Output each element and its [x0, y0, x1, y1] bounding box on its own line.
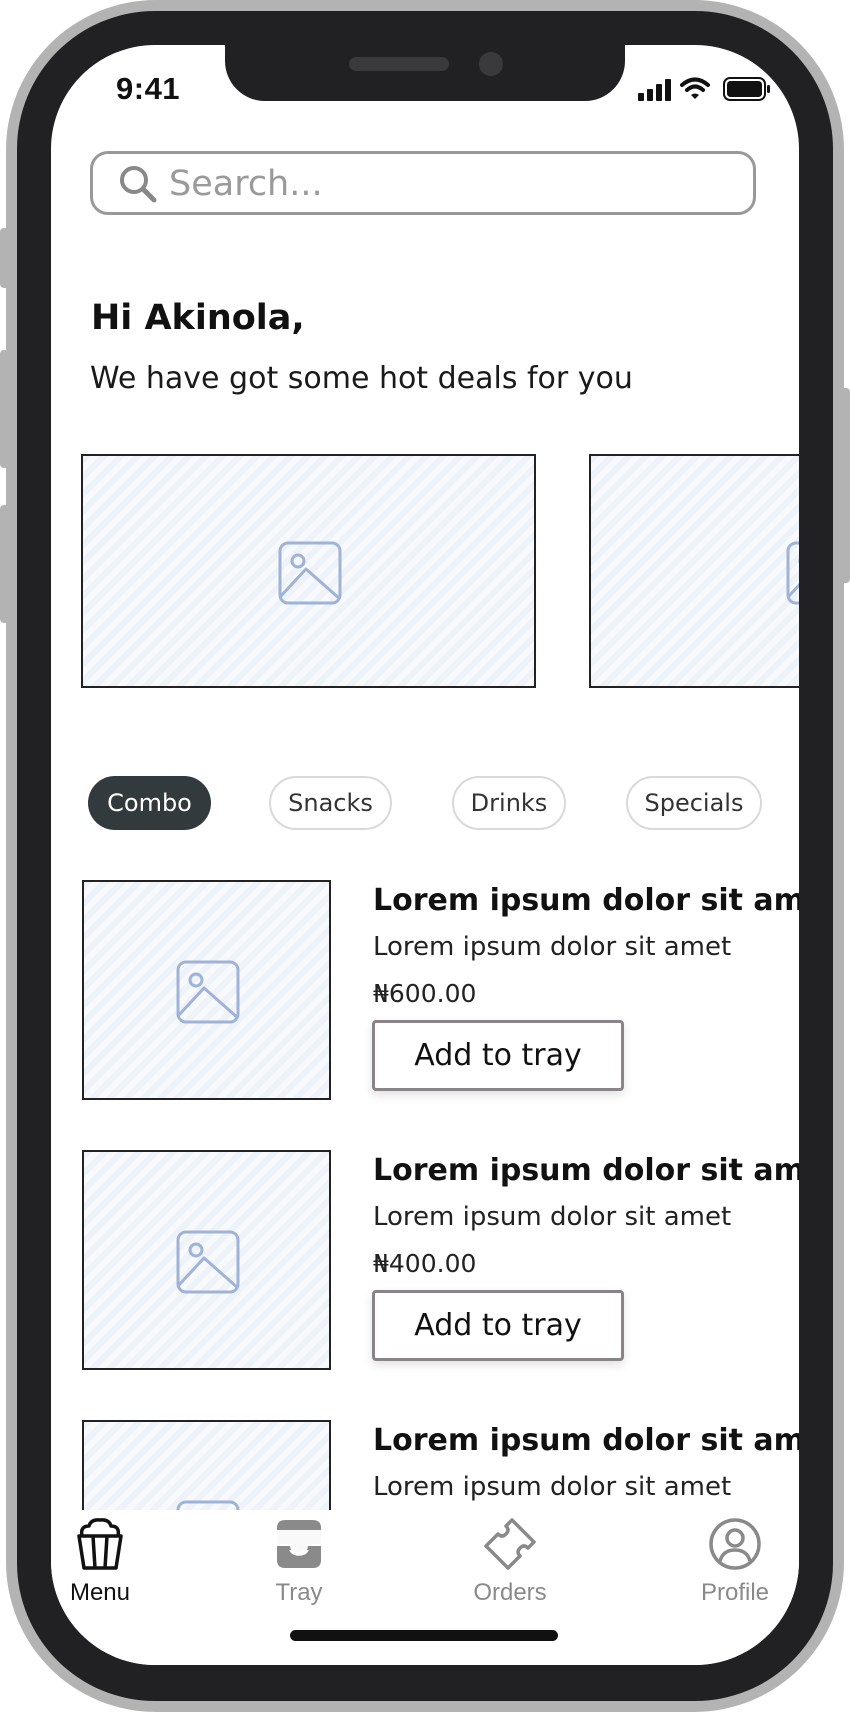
price-value: 400.00: [388, 1249, 477, 1278]
front-camera: [479, 52, 503, 76]
image-placeholder-icon: [176, 1230, 240, 1294]
battery-icon: [723, 77, 770, 101]
tab-profile[interactable]: Profile: [665, 1516, 799, 1607]
category-chip-combo[interactable]: Combo: [88, 776, 211, 830]
item-description: Lorem ipsum dolor sit amet: [373, 1202, 732, 1232]
search-placeholder: Search...: [169, 164, 323, 204]
volume-down-button: [0, 505, 10, 623]
power-button: [840, 388, 850, 583]
image-placeholder-icon: [786, 541, 799, 605]
item-image: [82, 1150, 331, 1370]
price-value: 600.00: [388, 979, 477, 1008]
speaker-grille: [349, 57, 449, 71]
signal-icon: [638, 79, 671, 101]
add-to-tray-button[interactable]: Add to tray: [372, 1020, 624, 1091]
category-chip-drinks[interactable]: Drinks: [452, 776, 566, 830]
currency-symbol: ₦: [373, 1249, 389, 1278]
item-description: Lorem ipsum dolor sit amet: [373, 932, 732, 962]
user-circle-icon: [709, 1518, 761, 1570]
item-title: Lorem ipsum dolor sit amet: [373, 1153, 799, 1188]
notch: [225, 45, 625, 101]
item-description: Lorem ipsum dolor sit amet: [373, 1472, 732, 1502]
search-icon: [120, 166, 157, 203]
wifi-icon: [680, 77, 710, 99]
tab-tray[interactable]: Tray: [229, 1516, 369, 1607]
tab-bar: Menu Tray Orders Profile: [51, 1510, 799, 1665]
image-placeholder-icon: [278, 541, 342, 605]
tab-profile-label: Profile: [700, 1579, 770, 1606]
tray-icon: [277, 1520, 321, 1568]
tab-menu-label: Menu: [69, 1579, 131, 1606]
volume-up-button: [0, 350, 10, 468]
tab-orders[interactable]: Orders: [440, 1516, 580, 1607]
silent-switch: [0, 228, 10, 288]
screen: 9:41 Search... Hi Akinola, We have got s…: [51, 45, 799, 1665]
tab-tray-label: Tray: [275, 1579, 323, 1606]
tab-orders-label: Orders: [473, 1579, 547, 1606]
search-input[interactable]: Search...: [90, 151, 756, 215]
popcorn-icon: [77, 1518, 123, 1570]
status-time: 9:41: [116, 71, 181, 106]
greeting-subtitle: We have got some hot deals for you: [90, 361, 633, 396]
item-title: Lorem ipsum dolor sit amet: [373, 883, 799, 918]
ticket-icon: [484, 1518, 536, 1570]
deal-banner[interactable]: [81, 454, 536, 688]
greeting-title: Hi Akinola,: [91, 298, 305, 338]
item-title: Lorem ipsum dolor sit amet: [373, 1423, 799, 1458]
tab-menu[interactable]: Menu: [51, 1516, 170, 1607]
image-placeholder-icon: [176, 960, 240, 1024]
add-to-tray-button[interactable]: Add to tray: [372, 1290, 624, 1361]
item-price: ₦600.00: [373, 979, 476, 1008]
currency-symbol: ₦: [373, 979, 389, 1008]
deal-banner[interactable]: [589, 454, 799, 688]
home-indicator[interactable]: [290, 1630, 558, 1641]
item-price: ₦400.00: [373, 1249, 476, 1278]
category-chip-specials[interactable]: Specials: [626, 776, 762, 830]
category-chip-snacks[interactable]: Snacks: [269, 776, 392, 830]
item-image: [82, 880, 331, 1100]
